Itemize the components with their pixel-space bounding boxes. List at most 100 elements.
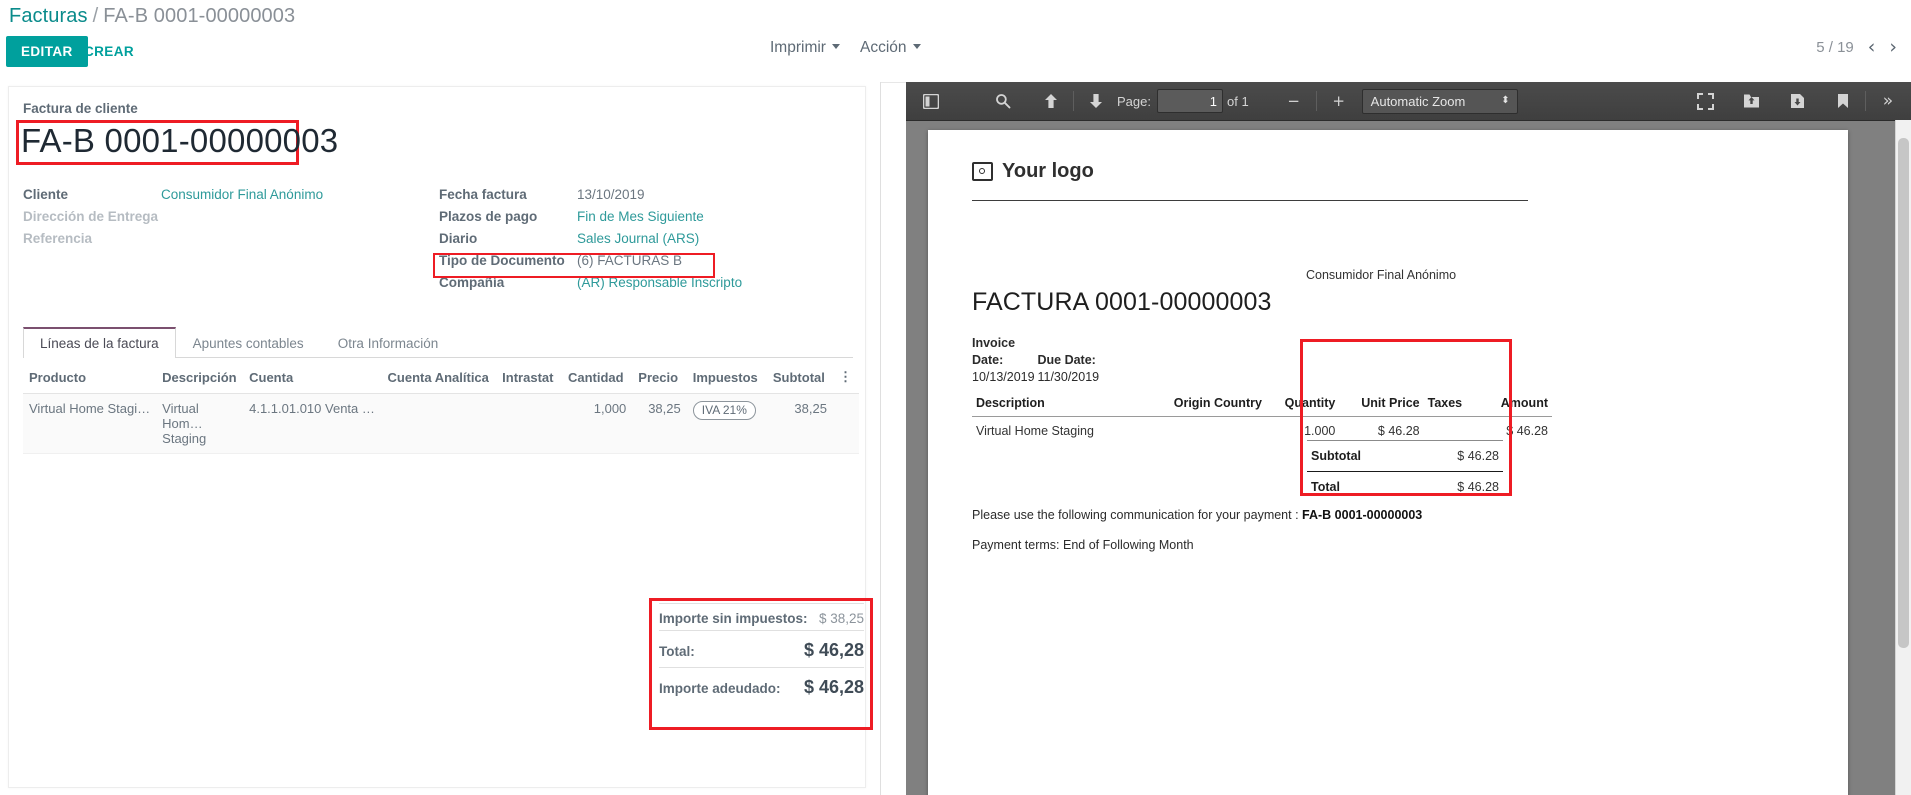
bookmark-icon[interactable] [1828, 88, 1858, 114]
zoom-level-select[interactable]: Automatic Zoom ⬍ [1362, 89, 1518, 114]
column-header-cuenta-analitica[interactable]: Cuenta Analítica [382, 363, 497, 394]
field-label-cliente: Cliente [23, 187, 161, 202]
open-file-icon[interactable] [1736, 88, 1766, 114]
field-row: Fecha factura 13/10/2019 [439, 187, 849, 209]
pdf-amounts-highlight [1300, 339, 1512, 496]
table-row[interactable]: Virtual Home Stagi… Virtual Hom… Staging… [23, 394, 859, 454]
totals-group: Importe sin impuestos: $ 38,25 Total: $ … [659, 603, 864, 704]
field-label-direccion-entrega: Dirección de Entrega [23, 209, 161, 224]
breadcrumb: Facturas/FA-B 0001-00000003 [9, 5, 295, 28]
invoice-lines-table: Producto Descripción Cuenta Cuenta Analí… [23, 363, 859, 454]
logo-text: Your logo [1002, 160, 1094, 183]
field-value-diario[interactable]: Sales Journal (ARS) [577, 231, 699, 246]
cell-precio: 38,25 [632, 394, 686, 454]
breadcrumb-root-link[interactable]: Facturas [9, 5, 88, 27]
cell-impuestos: IVA 21% [687, 394, 767, 454]
pdf-note-prefix: Please use the following communication f… [972, 508, 1302, 522]
invoice-date-value: 10/13/2019 [972, 369, 1034, 386]
due-date-label: Due Date: [1037, 352, 1099, 369]
left-field-group: Cliente Consumidor Final Anónimo Direcci… [23, 187, 423, 253]
odoo-invoice-screen: Facturas/FA-B 0001-00000003 EDITAR CREAR… [0, 0, 1911, 795]
pdf-column-description: Description [972, 392, 1155, 417]
pdf-customer-name: Consumidor Final Anónimo [1306, 268, 1456, 282]
pdf-column-origin-country: Origin Country [1155, 392, 1266, 417]
total-value-amount-due: $ 46,28 [804, 677, 864, 698]
cell-producto: Virtual Home Stagi… [23, 394, 156, 454]
tab-apuntes-contables[interactable]: Apuntes contables [176, 327, 321, 358]
notebook-tabs: Líneas de la factura Apuntes contables O… [23, 327, 853, 358]
column-header-intrastat[interactable]: Intrastat [496, 363, 562, 394]
page-number-input[interactable] [1157, 89, 1223, 113]
chevron-down-icon [913, 44, 921, 49]
column-header-subtotal[interactable]: Subtotal [767, 363, 833, 394]
arrow-up-icon[interactable] [1036, 88, 1066, 114]
pdf-cell-origin-country [1155, 417, 1266, 446]
invoice-date-label: Invoice Date: [972, 335, 1034, 369]
cell-cuenta-analitica [382, 394, 497, 454]
print-menu-label: Imprimir [770, 39, 826, 56]
form-sheet: Factura de cliente FA-B 0001-00000003 Cl… [8, 86, 866, 788]
fullscreen-icon[interactable] [1690, 88, 1720, 114]
tax-badge: IVA 21% [693, 401, 756, 420]
breadcrumb-separator: / [93, 5, 99, 27]
pdf-scrollbar-thumb[interactable] [1898, 138, 1909, 648]
field-row: Referencia [23, 231, 423, 253]
cell-descripcion: Virtual Hom… Staging [156, 394, 243, 454]
cell-cantidad: 1,000 [562, 394, 632, 454]
column-header-producto[interactable]: Producto [23, 363, 156, 394]
field-value-plazos-de-pago[interactable]: Fin de Mes Siguiente [577, 209, 704, 224]
zoom-level-value: Automatic Zoom [1371, 94, 1466, 109]
pdf-invoice-title: FACTURA 0001-00000003 [972, 288, 1272, 317]
column-header-descripcion[interactable]: Descripción [156, 363, 243, 394]
download-icon[interactable] [1782, 88, 1812, 114]
total-label-total: Total: [659, 644, 695, 659]
field-label-diario: Diario [439, 231, 577, 246]
field-label-fecha-factura: Fecha factura [439, 187, 577, 202]
sidebar-toggle-icon[interactable] [916, 88, 946, 114]
column-header-impuestos[interactable]: Impuestos [687, 363, 767, 394]
toolbar-divider [1073, 91, 1074, 111]
page-title: FA-B 0001-00000003 [21, 122, 338, 160]
field-row: Plazos de pago Fin de Mes Siguiente [439, 209, 849, 231]
field-value-cliente[interactable]: Consumidor Final Anónimo [161, 187, 323, 202]
cell-intrastat [496, 394, 562, 454]
column-header-cuenta[interactable]: Cuenta [243, 363, 381, 394]
zoom-out-icon[interactable]: − [1279, 88, 1309, 114]
spinner-icon: ⬍ [1501, 96, 1509, 106]
total-value-total: $ 46,28 [804, 640, 864, 661]
tab-otra-informacion[interactable]: Otra Información [321, 327, 456, 358]
pdf-scrollbar[interactable] [1895, 120, 1911, 795]
total-row-amount-due: Importe adeudado: $ 46,28 [659, 667, 864, 704]
create-button[interactable]: CREAR [74, 36, 144, 67]
record-pager: 5 / 19 ‹ › [1816, 38, 1897, 57]
field-row: Compañía (AR) Responsable Inscripto [439, 275, 849, 297]
toolbar-divider [1865, 91, 1866, 111]
print-menu-button[interactable]: Imprimir [764, 38, 846, 58]
field-label-plazos-de-pago: Plazos de pago [439, 209, 577, 224]
cell-row-options [833, 394, 859, 454]
tab-lineas-de-la-factura[interactable]: Líneas de la factura [23, 327, 176, 358]
right-field-group: Fecha factura 13/10/2019 Plazos de pago … [439, 187, 849, 297]
previous-record-icon[interactable]: ‹ [1868, 38, 1876, 57]
zoom-in-icon[interactable]: + [1324, 88, 1354, 114]
next-record-icon[interactable]: › [1889, 38, 1897, 57]
due-date-value: 11/30/2019 [1037, 369, 1099, 386]
action-menu-button[interactable]: Acción [854, 38, 927, 58]
pdf-payment-communication: Please use the following communication f… [972, 508, 1422, 522]
top-control-bar: Facturas/FA-B 0001-00000003 EDITAR CREAR… [0, 0, 1911, 83]
column-header-precio[interactable]: Precio [632, 363, 686, 394]
arrow-down-icon[interactable] [1081, 88, 1111, 114]
column-header-cantidad[interactable]: Cantidad [562, 363, 632, 394]
pdf-toolbar: Page: of 1 − + Automatic Zoom ⬍ [906, 82, 1911, 121]
column-options-icon[interactable]: ⋮ [833, 363, 859, 394]
page-label: Page: [1117, 94, 1151, 109]
total-value-untaxed: $ 38,25 [819, 611, 864, 626]
pdf-document-page: Your logo Consumidor Final Anónimo FACTU… [928, 130, 1848, 795]
more-tools-icon[interactable]: » [1873, 88, 1903, 114]
pdf-date-headers: Invoice Date: Due Date: [972, 335, 1099, 369]
pdf-payment-terms: Payment terms: End of Following Month [972, 538, 1194, 552]
pager-count: 5 / 19 [1816, 39, 1854, 56]
search-icon[interactable] [988, 88, 1018, 114]
pdf-dates-block: Invoice Date: Due Date: 10/13/2019 11/30… [972, 335, 1099, 386]
field-value-fecha-factura[interactable]: 13/10/2019 [577, 187, 645, 202]
